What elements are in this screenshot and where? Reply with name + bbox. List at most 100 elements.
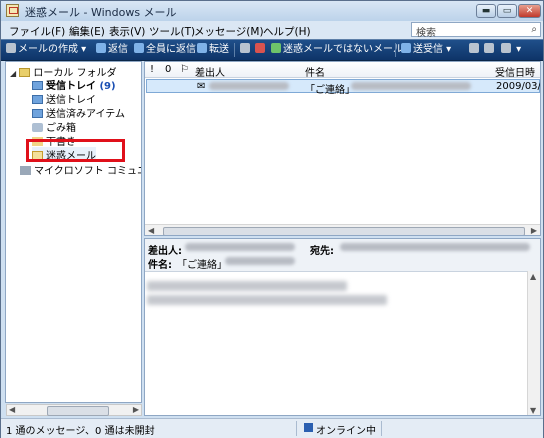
menu-edit[interactable]: 編集(E): [69, 24, 105, 39]
scroll-left-icon[interactable]: ◀: [9, 405, 15, 414]
maximize-button[interactable]: ▭: [497, 4, 517, 18]
from-label: 差出人:: [148, 246, 182, 257]
search-icon[interactable]: ⌕: [531, 24, 537, 35]
delete-button[interactable]: [255, 43, 267, 57]
col-attachment[interactable]: 0: [165, 64, 171, 75]
not-junk-button[interactable]: 迷惑メールではないメール: [271, 43, 403, 57]
menu-file[interactable]: ファイル(F): [9, 24, 65, 39]
new-mail-button[interactable]: メールの作成 ▾: [6, 43, 86, 57]
expand-arrow-icon[interactable]: ◢: [10, 69, 16, 78]
status-separator: [381, 421, 382, 436]
reply-all-label: 全員に返信: [146, 44, 196, 55]
row-subject: 「ご連絡」: [305, 85, 355, 96]
send-receive-icon: [401, 43, 411, 53]
scroll-right-icon[interactable]: ▶: [133, 405, 139, 414]
close-button[interactable]: ✕: [518, 4, 541, 18]
from-value-blurred: [185, 242, 295, 253]
online-icon: [304, 423, 313, 432]
status-separator: [296, 421, 297, 436]
subject-value-blurred: [225, 256, 295, 267]
reply-label: 返信: [108, 44, 128, 55]
send-receive-label: 送受信: [413, 44, 443, 55]
delete-icon: [255, 43, 265, 53]
menu-view[interactable]: 表示(V): [109, 24, 145, 39]
toolbar-separator: [395, 43, 396, 57]
not-junk-label: 迷惑メールではないメール: [283, 44, 403, 55]
status-online: オンライン中: [316, 426, 376, 437]
highlight-annotation: [26, 139, 125, 162]
scroll-down-icon[interactable]: ▼: [530, 406, 536, 415]
folder-outbox[interactable]: 送信トレイ: [32, 91, 96, 106]
new-mail-label: メールの作成: [18, 44, 78, 55]
col-flag[interactable]: ⚐: [180, 64, 189, 75]
reply-all-icon: [134, 43, 144, 53]
col-from[interactable]: 差出人: [195, 64, 225, 79]
row-date: 2009/03/27: [496, 81, 541, 92]
list-header: ! 0 ⚐ 差出人 件名 受信日時: [145, 62, 540, 79]
mail-icon: ✉: [197, 81, 206, 92]
status-message-count: 1 通のメッセージ、0 通は未開封: [6, 426, 155, 437]
folder-pane-scrollbar[interactable]: ◀ ▶: [6, 404, 142, 416]
print-button[interactable]: [240, 43, 252, 57]
new-mail-icon: [6, 43, 16, 53]
preview-scrollbar[interactable]: ▲ ▼: [527, 271, 540, 415]
message-list: ! 0 ⚐ 差出人 件名 受信日時 ✉ 「ご連絡」 2009/03/27 ◀ ▶: [144, 61, 541, 236]
list-scrollbar[interactable]: ◀ ▶: [145, 224, 540, 235]
col-subject[interactable]: 件名: [305, 64, 325, 79]
contacts-button[interactable]: [469, 43, 481, 57]
folder-icon: [19, 68, 31, 77]
folder-deleted[interactable]: ごみ箱: [32, 119, 76, 134]
forward-label: 転送: [209, 44, 229, 55]
status-bar: 1 通のメッセージ、0 通は未開封 オンライン中: [1, 418, 543, 438]
print-icon: [240, 43, 250, 53]
folder-community-label: マイクロソフト コミュニティ: [34, 166, 141, 177]
title-bar: 迷惑メール - Windows メール ▬ ▭ ✕: [1, 1, 543, 21]
community-icon: [20, 166, 31, 175]
subject-blurred: [351, 81, 471, 92]
options-button[interactable]: ▾: [501, 43, 521, 57]
message-body-blurred: [147, 281, 347, 291]
menu-tools[interactable]: ツール(T): [149, 24, 195, 39]
scrollbar-thumb[interactable]: [47, 406, 109, 416]
toolbar: メールの作成 ▾ 返信 全員に返信 転送 迷惑メールではないメール 送受信 ▾ …: [1, 39, 543, 61]
from-blurred: [209, 81, 289, 92]
search-placeholder: 検索: [416, 28, 436, 39]
inbox-icon: [32, 81, 43, 90]
sent-icon: [32, 109, 43, 118]
preview-header: 差出人: 宛先: 件名: 「ご連絡」: [145, 239, 540, 272]
folder-pane: ◢ ローカル フォルダ 受信トレイ (9) 送信トレイ 送信済みアイテム ごみ箱…: [5, 61, 142, 403]
send-receive-button[interactable]: 送受信 ▾: [401, 43, 451, 57]
mail-app-icon: [6, 4, 19, 17]
col-received[interactable]: 受信日時: [495, 64, 535, 79]
scroll-right-icon[interactable]: ▶: [531, 226, 537, 235]
reply-all-button[interactable]: 全員に返信: [134, 43, 196, 57]
table-row[interactable]: ✉ 「ご連絡」 2009/03/27: [146, 79, 541, 96]
menu-message[interactable]: メッセージ(M): [194, 24, 264, 39]
contacts-icon: [469, 43, 479, 53]
scrollbar-thumb[interactable]: [163, 227, 525, 235]
folder-inbox[interactable]: 受信トレイ (9): [32, 77, 116, 92]
window: 迷惑メール - Windows メール ▬ ▭ ✕ ファイル(F) 編集(E) …: [0, 0, 544, 438]
scroll-left-icon[interactable]: ◀: [148, 226, 154, 235]
forward-button[interactable]: 転送: [197, 43, 229, 57]
folder-sent[interactable]: 送信済みアイテム: [32, 105, 125, 120]
folder-list-icon: [484, 43, 494, 53]
search-input[interactable]: 検索 ⌕: [411, 22, 541, 39]
window-title: 迷惑メール - Windows メール: [25, 6, 177, 19]
inbox-unread-count: (9): [99, 81, 116, 92]
options-icon: [501, 43, 511, 53]
reply-button[interactable]: 返信: [96, 43, 128, 57]
folder-list-button[interactable]: [484, 43, 496, 57]
message-body-blurred: [147, 295, 387, 305]
scroll-up-icon[interactable]: ▲: [530, 272, 536, 281]
folder-community[interactable]: マイクロソフト コミュニティ: [20, 162, 141, 177]
menu-help[interactable]: ヘルプ(H): [263, 24, 311, 39]
subject-label: 件名:: [148, 260, 172, 271]
to-label: 宛先:: [310, 246, 334, 257]
subject-value: 「ご連絡」: [177, 260, 227, 271]
trash-icon: [32, 123, 43, 132]
minimize-button[interactable]: ▬: [476, 4, 496, 18]
col-priority[interactable]: !: [150, 64, 154, 75]
outbox-icon: [32, 95, 43, 104]
reply-icon: [96, 43, 106, 53]
